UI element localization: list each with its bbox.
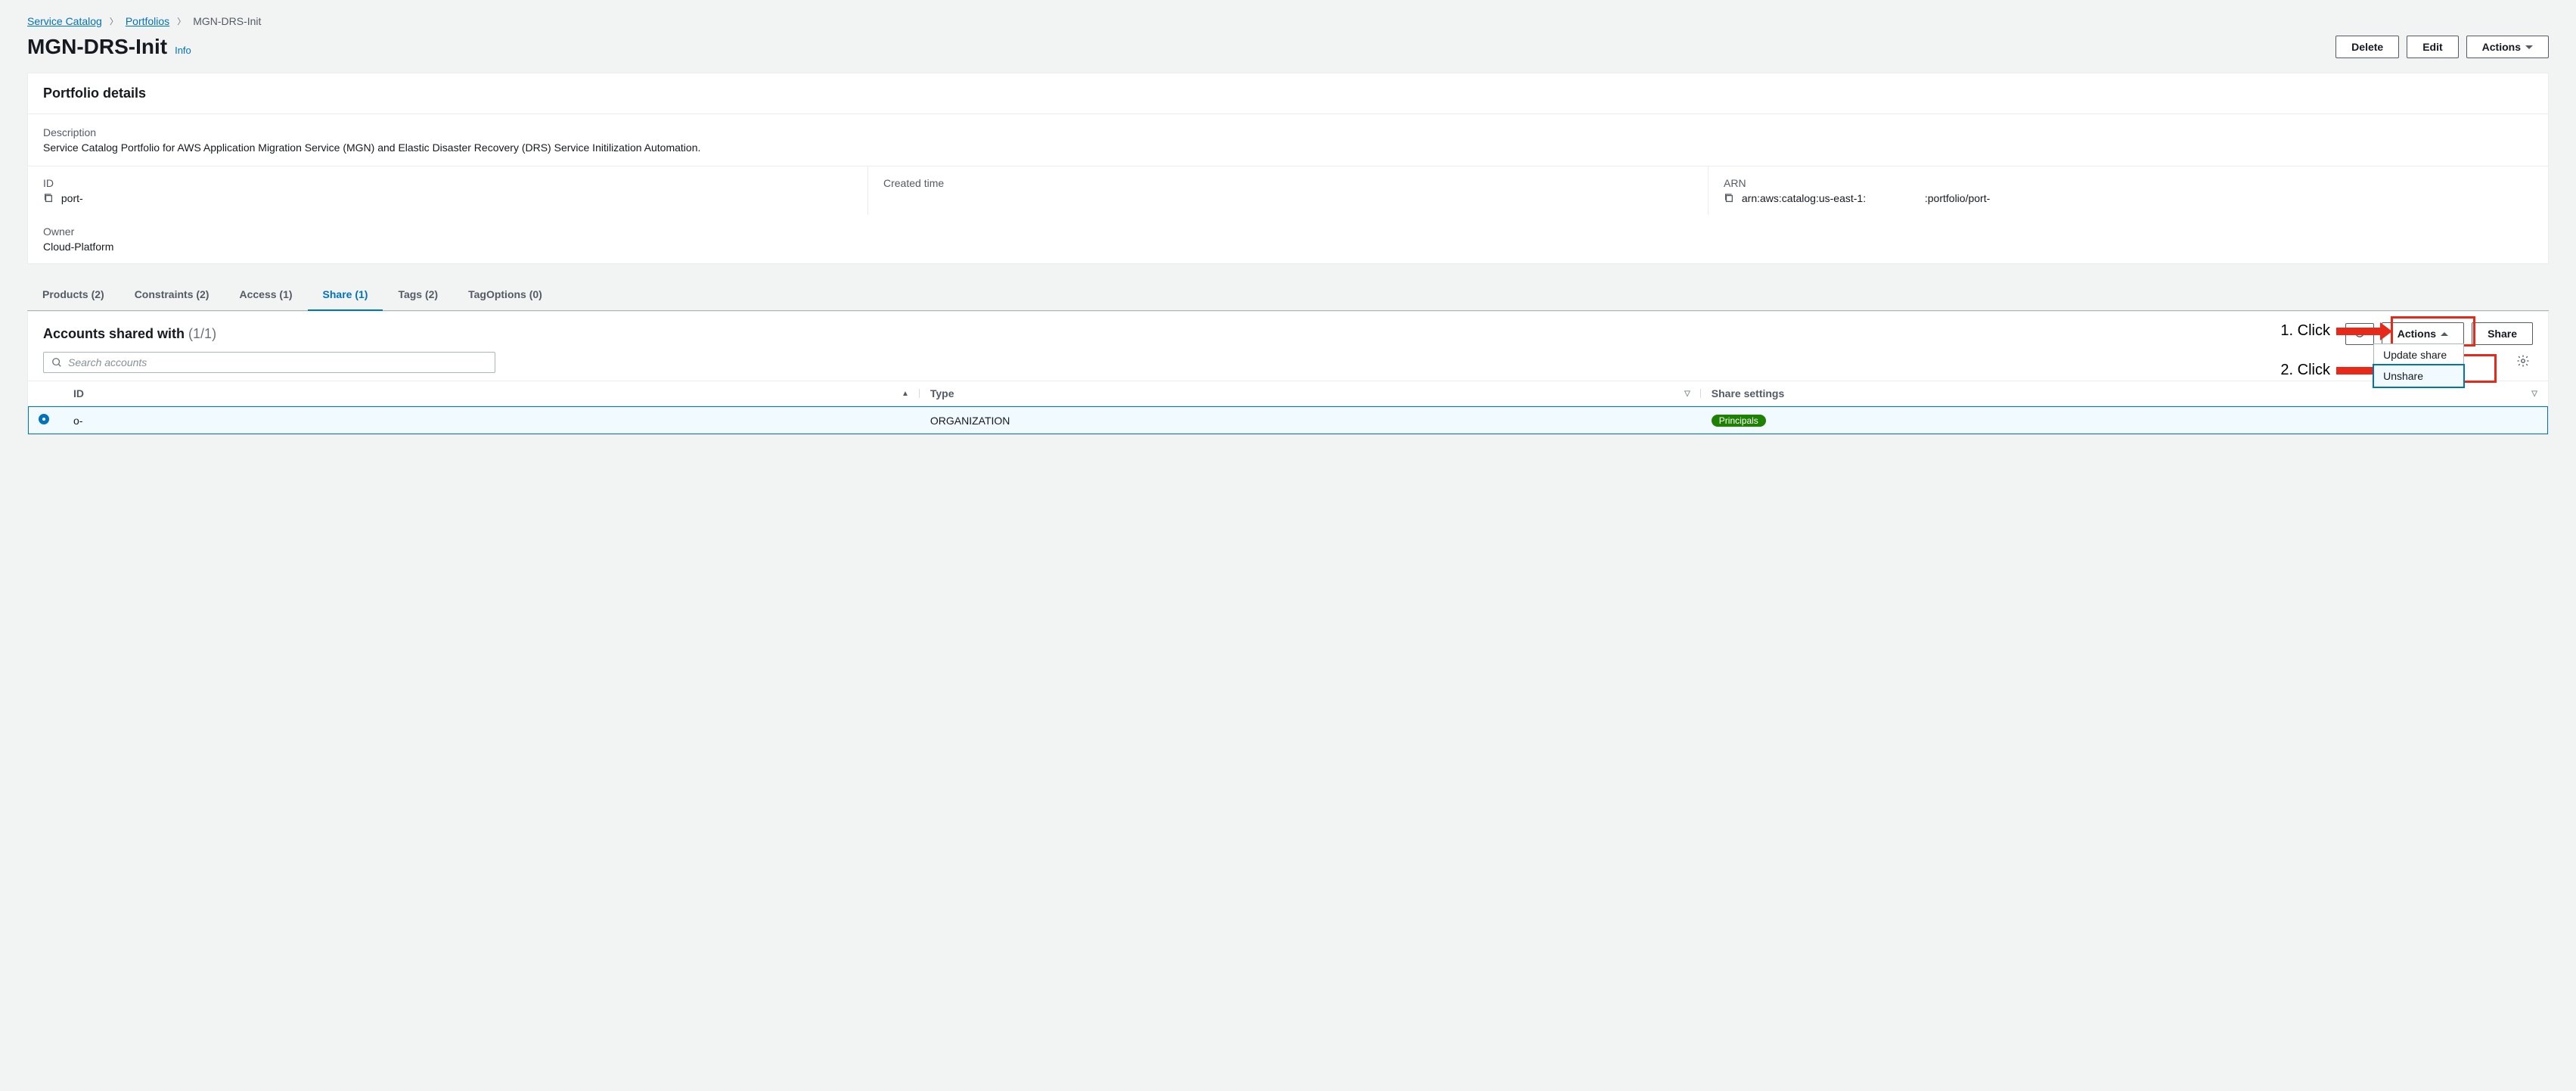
- accounts-actions-button[interactable]: Actions: [2382, 322, 2464, 345]
- arn-label: ARN: [1724, 177, 2533, 189]
- tab-products[interactable]: Products (2): [27, 279, 119, 310]
- tab-tagoptions[interactable]: TagOptions (0): [453, 279, 557, 310]
- actions-dropdown: Update share Unshare: [2373, 343, 2464, 387]
- created-label: Created time: [883, 177, 1693, 189]
- share-button[interactable]: Share: [2472, 322, 2533, 345]
- refresh-button[interactable]: [2345, 323, 2374, 345]
- copy-icon[interactable]: [1724, 193, 1734, 204]
- caret-up-icon: [2441, 332, 2448, 336]
- col-menu-icon[interactable]: ▽: [1684, 390, 1690, 398]
- tabs: Products (2) Constraints (2) Access (1) …: [27, 279, 2549, 311]
- tab-access[interactable]: Access (1): [224, 279, 307, 310]
- tab-tags[interactable]: Tags (2): [383, 279, 453, 310]
- copy-icon[interactable]: [43, 193, 54, 204]
- col-settings[interactable]: Share settings: [1712, 387, 1784, 399]
- refresh-icon: [2354, 327, 2366, 339]
- search-icon: [51, 357, 62, 368]
- breadcrumb-root[interactable]: Service Catalog: [27, 15, 102, 27]
- search-input[interactable]: [68, 356, 487, 368]
- id-value: port-: [61, 192, 83, 204]
- principals-badge: Principals: [1712, 415, 1766, 427]
- row-id: o-: [63, 406, 920, 435]
- info-link[interactable]: Info: [175, 45, 191, 56]
- portfolio-details-panel: Portfolio details Description Service Ca…: [27, 73, 2549, 264]
- tab-share[interactable]: Share (1): [308, 279, 383, 311]
- owner-value: Cloud-Platform: [43, 241, 2533, 253]
- actions-label: Actions: [2482, 41, 2521, 53]
- row-radio[interactable]: [39, 414, 49, 424]
- tab-constraints[interactable]: Constraints (2): [119, 279, 225, 310]
- delete-button[interactable]: Delete: [2335, 36, 2399, 58]
- arn-value: arn:aws:catalog:us-east-1: :portfolio/po…: [1742, 192, 1990, 204]
- breadcrumb-current: MGN-DRS-Init: [193, 15, 261, 27]
- chevron-right-icon: 〉: [110, 15, 118, 27]
- settings-button[interactable]: [2513, 351, 2533, 373]
- col-type[interactable]: Type: [930, 387, 954, 399]
- panel-title: Portfolio details: [43, 85, 2533, 101]
- description-value: Service Catalog Portfolio for AWS Applic…: [43, 141, 2533, 154]
- accounts-title: Accounts shared with (1/1): [43, 326, 216, 341]
- page-title: MGN-DRS-Init: [27, 35, 167, 59]
- accounts-table: ID ▲ Type ▽ Share settings ▽: [28, 381, 2548, 434]
- table-row[interactable]: o- ORGANIZATION Principals: [28, 406, 2548, 435]
- page-header: MGN-DRS-Init Info Delete Edit Actions: [27, 35, 2549, 59]
- description-label: Description: [43, 126, 2533, 138]
- row-type: ORGANIZATION: [920, 406, 1701, 435]
- header-actions-button[interactable]: Actions: [2466, 36, 2549, 58]
- id-label: ID: [43, 177, 852, 189]
- edit-button[interactable]: Edit: [2407, 36, 2458, 58]
- chevron-right-icon: 〉: [177, 15, 185, 27]
- accounts-panel: Accounts shared with (1/1) Actions Updat…: [27, 311, 2549, 435]
- accounts-count: (1/1): [188, 326, 216, 341]
- breadcrumb-portfolios[interactable]: Portfolios: [126, 15, 169, 27]
- breadcrumb: Service Catalog 〉 Portfolios 〉 MGN-DRS-I…: [27, 15, 2549, 27]
- owner-label: Owner: [43, 225, 2533, 238]
- search-box: [43, 352, 495, 373]
- menu-unshare[interactable]: Unshare: [2373, 364, 2465, 388]
- col-menu-icon[interactable]: ▽: [2531, 390, 2537, 398]
- caret-down-icon: [2525, 45, 2533, 49]
- col-id[interactable]: ID: [73, 387, 84, 399]
- sort-asc-icon: ▲: [902, 390, 909, 398]
- menu-update-share[interactable]: Update share: [2374, 344, 2463, 365]
- gear-icon: [2516, 354, 2530, 368]
